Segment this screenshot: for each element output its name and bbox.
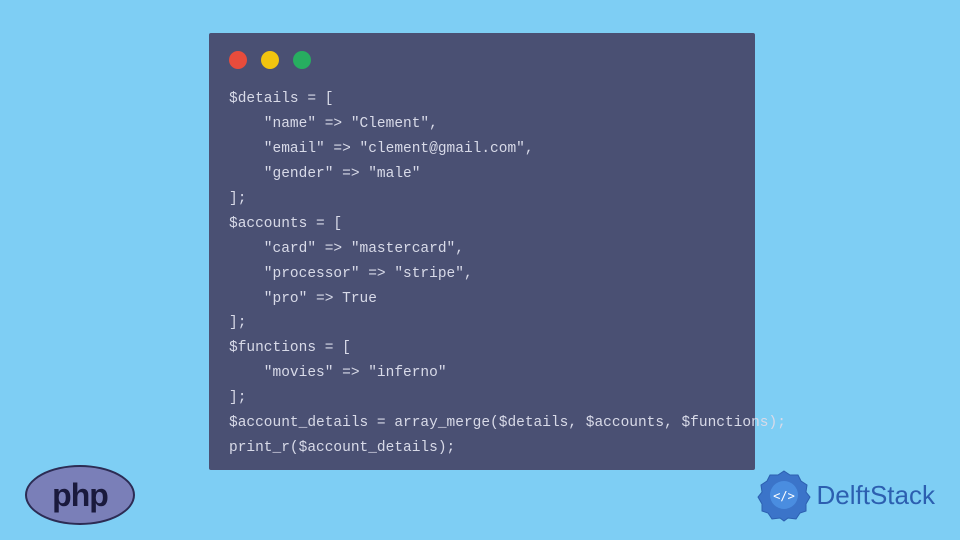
php-text: php [52,477,108,514]
delftstack-text: DelftStack [817,480,936,511]
php-ellipse: php [25,465,135,525]
code-content: $details = [ "name" => "Clement", "email… [229,87,735,461]
maximize-icon [293,51,311,69]
window-buttons [229,51,735,69]
delftstack-logo: </> DelftStack [757,468,936,522]
close-icon [229,51,247,69]
code-window: $details = [ "name" => "Clement", "email… [209,33,755,470]
php-logo: php [25,465,135,525]
minimize-icon [261,51,279,69]
delftstack-icon: </> [757,468,811,522]
svg-text:</>: </> [773,489,795,503]
